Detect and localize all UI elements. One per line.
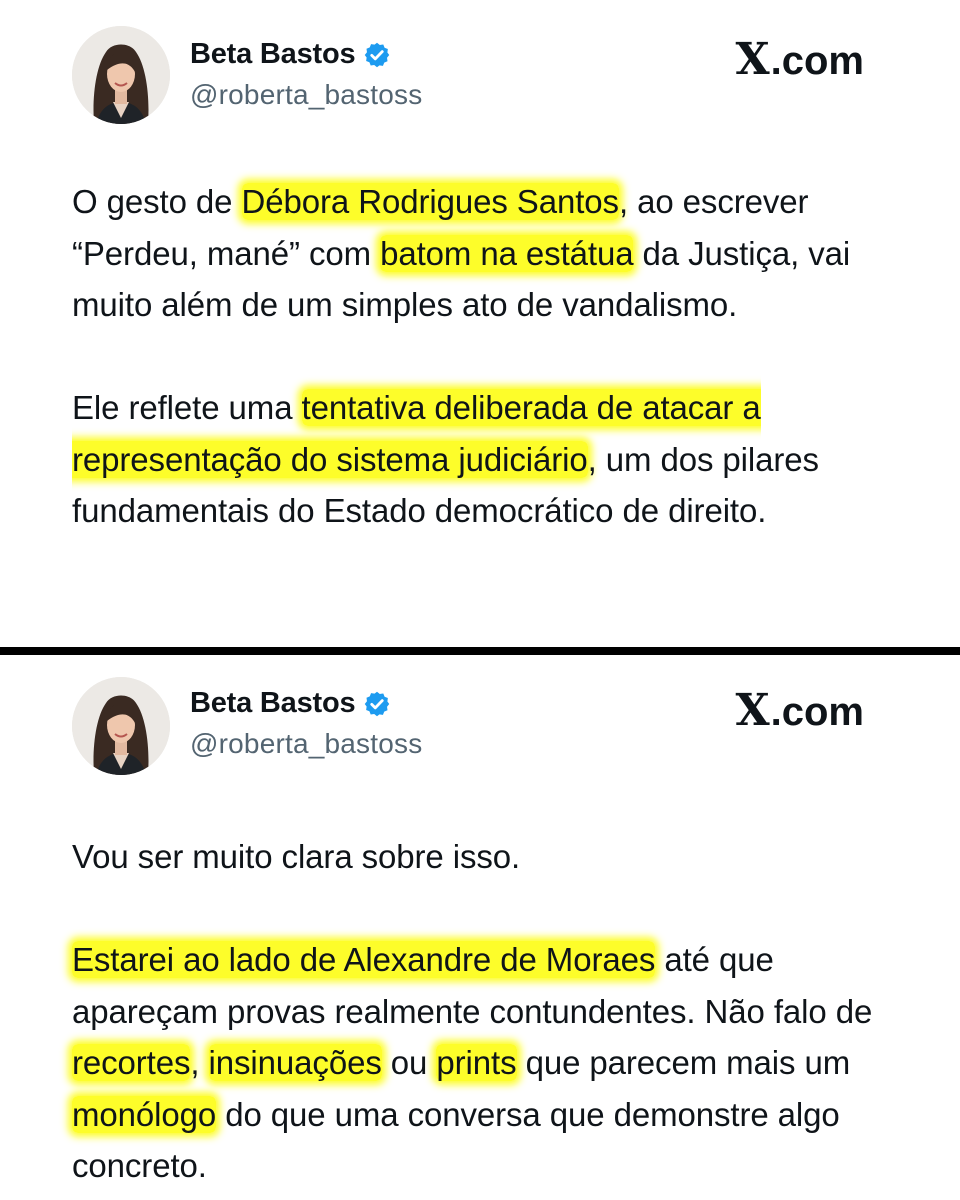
highlighted-text: recortes [72,1044,191,1081]
author-name[interactable]: Beta Bastos [190,687,356,720]
avatar[interactable] [72,677,170,775]
text-segment: ou [381,1044,437,1081]
tweet-paragraph: Vou ser muito clara sobre isso. [72,831,892,883]
text-segment: O gesto de [72,183,242,220]
tweet-paragraph: Estarei ao lado de Alexandre de Moraes a… [72,934,892,1192]
author-name[interactable]: Beta Bastos [190,38,356,71]
x-logo-icon: X [735,34,770,85]
text-segment: , [190,1044,209,1081]
tweet-card: Beta Bastos @roberta_bastoss X .com O ges… [0,0,960,647]
text-segment: Ele reflete uma [72,389,302,426]
avatar[interactable] [72,26,170,124]
avatar-photo [72,677,170,775]
author-name-row: Beta Bastos [190,38,391,71]
x-logo-icon: X [735,685,770,736]
tweet-body: O gesto de Débora Rodrigues Santos, ao e… [72,176,892,537]
tweet-card: Beta Bastos @roberta_bastoss X .com Vou s… [0,655,960,1200]
brand-domain: .com [770,39,864,83]
highlighted-text: batom na estátua [380,234,634,272]
x-com-logo: X .com [736,34,865,85]
divider [0,647,960,655]
avatar-photo [72,26,170,124]
author-name-row: Beta Bastos [190,687,391,720]
tweet-body: Vou ser muito clara sobre isso. Estarei … [72,831,892,1192]
author-handle[interactable]: @roberta_bastoss [190,79,422,111]
highlighted-text: monólogo [72,1095,217,1133]
highlighted-text: Débora Rodrigues Santos [241,183,619,220]
highlighted-text: prints [436,1044,517,1081]
text-segment: que parecem mais um [516,1044,851,1081]
author-handle[interactable]: @roberta_bastoss [190,728,422,760]
tweet-paragraph: O gesto de Débora Rodrigues Santos, ao e… [72,176,892,331]
verified-badge-icon [365,691,390,716]
verified-badge-icon [365,42,390,67]
highlighted-text: Estarei ao lado de Alexandre de Moraes [72,941,656,978]
highlighted-text: insinuações [208,1044,382,1081]
x-com-logo: X .com [736,685,865,736]
brand-domain: .com [770,690,864,734]
tweet-paragraph: Ele reflete uma tentativa deliberada de … [72,382,892,537]
text-segment: Vou ser muito clara sobre isso. [72,838,521,875]
